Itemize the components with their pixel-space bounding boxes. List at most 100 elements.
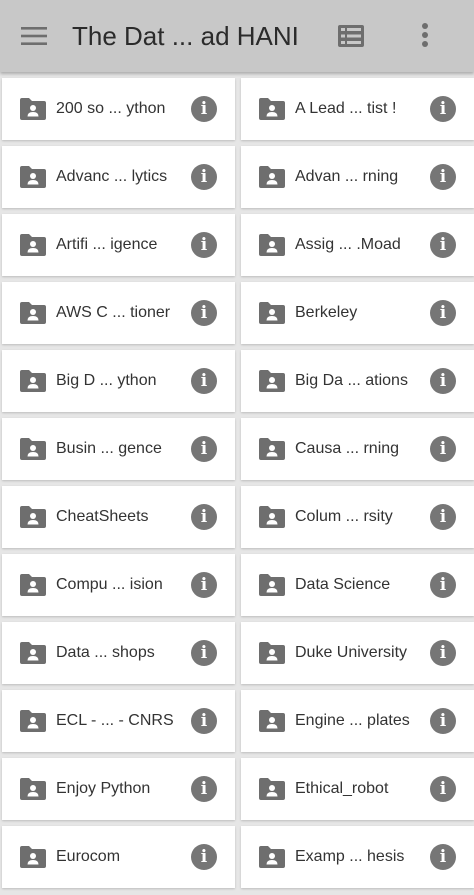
folder-label: Causa ... rning (295, 440, 400, 457)
shared-folder-icon (20, 710, 46, 732)
folder-card[interactable]: Advanc ... lytics i (2, 146, 235, 208)
info-icon[interactable]: i (191, 708, 217, 734)
shared-folder-icon (20, 438, 46, 460)
shared-folder-icon (20, 642, 46, 664)
shared-folder-icon (20, 98, 46, 120)
folder-card[interactable]: AWS C ... tioner i (2, 282, 235, 344)
info-icon[interactable]: i (191, 436, 217, 462)
info-glyph: i (200, 167, 208, 187)
info-icon[interactable]: i (191, 572, 217, 598)
folder-label: Advanc ... lytics (56, 168, 168, 185)
shared-folder-icon (20, 778, 46, 800)
folder-card[interactable]: Duke University i (241, 622, 474, 684)
folder-label: Data ... shops (56, 644, 155, 661)
info-glyph: i (200, 439, 208, 459)
hamburger-menu-icon[interactable] (20, 22, 48, 50)
info-glyph: i (439, 575, 447, 595)
app-title: The Dat ... ad HANI (72, 21, 299, 51)
info-icon[interactable]: i (430, 572, 456, 598)
folder-card[interactable]: ECL - ... - CNRS i (2, 690, 235, 752)
folder-label: Advan ... rning (295, 168, 399, 185)
folder-label: 200 so ... ython (56, 100, 166, 117)
info-glyph: i (200, 507, 208, 527)
info-icon[interactable]: i (191, 96, 217, 122)
folder-card[interactable]: Eurocom i (2, 826, 235, 888)
folder-card[interactable]: Ethical_robot i (241, 758, 474, 820)
folder-card[interactable]: Data Science i (241, 554, 474, 616)
folder-card[interactable]: Data ... shops i (2, 622, 235, 684)
info-icon[interactable]: i (191, 164, 217, 190)
info-glyph: i (200, 371, 208, 391)
shared-folder-icon (259, 166, 285, 188)
info-icon[interactable]: i (191, 844, 217, 870)
info-glyph: i (439, 235, 447, 255)
info-glyph: i (200, 235, 208, 255)
info-icon[interactable]: i (191, 640, 217, 666)
info-icon[interactable]: i (191, 232, 217, 258)
info-glyph: i (439, 303, 447, 323)
info-icon[interactable]: i (430, 844, 456, 870)
folder-card[interactable]: Big D ... ython i (2, 350, 235, 412)
folder-grid: 200 so ... ython i A Lead ... tist ! i Advan… (0, 78, 474, 888)
info-glyph: i (439, 847, 447, 867)
info-icon[interactable]: i (430, 164, 456, 190)
shared-folder-icon (20, 166, 46, 188)
folder-label: Assig ... .Moad (295, 236, 401, 253)
folder-card[interactable]: Assig ... .Moad i (241, 214, 474, 276)
folder-card[interactable]: Berkeley i (241, 282, 474, 344)
shared-folder-icon (20, 234, 46, 256)
info-icon[interactable]: i (430, 368, 456, 394)
list-view-icon[interactable] (336, 21, 366, 51)
info-glyph: i (439, 99, 447, 119)
folder-card[interactable]: Big Da ... ations i (241, 350, 474, 412)
folder-card[interactable]: Enjoy Python i (2, 758, 235, 820)
folder-card[interactable]: Advan ... rning i (241, 146, 474, 208)
folder-card[interactable]: Colum ... rsity i (241, 486, 474, 548)
folder-label: ECL - ... - CNRS (56, 712, 174, 729)
folder-card[interactable]: Examp ... hesis i (241, 826, 474, 888)
shared-folder-icon (259, 778, 285, 800)
folder-card[interactable]: CheatSheets i (2, 486, 235, 548)
folder-card[interactable]: Engine ... plates i (241, 690, 474, 752)
info-icon[interactable]: i (191, 776, 217, 802)
shared-folder-icon (20, 846, 46, 868)
folder-card[interactable]: Causa ... rning i (241, 418, 474, 480)
info-glyph: i (439, 167, 447, 187)
folder-card[interactable]: A Lead ... tist ! i (241, 78, 474, 140)
folder-label: Colum ... rsity (295, 508, 393, 525)
info-glyph: i (439, 507, 447, 527)
info-glyph: i (439, 439, 447, 459)
shared-folder-icon (259, 710, 285, 732)
folder-label: Examp ... hesis (295, 848, 405, 865)
folder-label: Data Science (295, 576, 391, 593)
folder-label: A Lead ... tist ! (295, 100, 397, 117)
info-icon[interactable]: i (430, 640, 456, 666)
info-icon[interactable]: i (430, 96, 456, 122)
info-icon[interactable]: i (191, 300, 217, 326)
folder-label: Berkeley (295, 304, 358, 321)
info-glyph: i (439, 371, 447, 391)
shared-folder-icon (259, 234, 285, 256)
info-icon[interactable]: i (430, 232, 456, 258)
info-icon[interactable]: i (430, 300, 456, 326)
info-icon[interactable]: i (430, 776, 456, 802)
info-glyph: i (439, 779, 447, 799)
folder-label: Busin ... gence (56, 440, 162, 457)
folder-card[interactable]: 200 so ... ython i (2, 78, 235, 140)
folder-card[interactable]: Artifi ... igence i (2, 214, 235, 276)
info-icon[interactable]: i (191, 504, 217, 530)
info-glyph: i (439, 711, 447, 731)
more-vert-icon[interactable] (410, 20, 440, 50)
info-icon[interactable]: i (191, 368, 217, 394)
folder-label: Engine ... plates (295, 712, 410, 729)
info-glyph: i (200, 575, 208, 595)
folder-label: Big D ... ython (56, 372, 157, 389)
info-icon[interactable]: i (430, 708, 456, 734)
info-icon[interactable]: i (430, 436, 456, 462)
info-glyph: i (200, 711, 208, 731)
folder-card[interactable]: Compu ... ision i (2, 554, 235, 616)
info-glyph: i (439, 643, 447, 663)
info-icon[interactable]: i (430, 504, 456, 530)
shared-folder-icon (259, 642, 285, 664)
folder-card[interactable]: Busin ... gence i (2, 418, 235, 480)
